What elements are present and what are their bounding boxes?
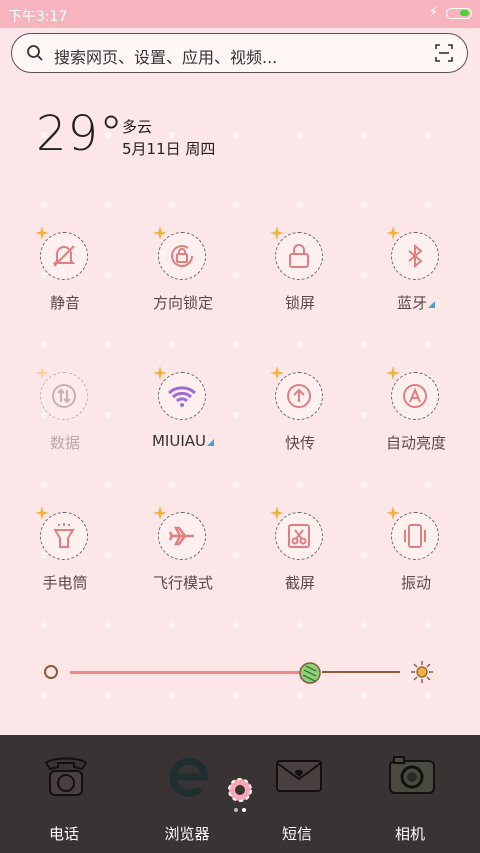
scan-icon[interactable] bbox=[435, 44, 453, 62]
brightness-track-empty bbox=[322, 671, 400, 673]
brightness-high-icon bbox=[411, 661, 433, 683]
rotation-lock-icon bbox=[171, 245, 193, 267]
flashlight-icon bbox=[53, 523, 75, 548]
status-time: 下午3:17 bbox=[8, 9, 68, 25]
charging-icon: ⚡ bbox=[428, 5, 438, 20]
page-indicator bbox=[232, 797, 248, 816]
toggle-label: 截屏 bbox=[284, 574, 315, 592]
toggle-bluetooth[interactable]: 蓝牙 bbox=[356, 226, 476, 332]
brightness-slider[interactable] bbox=[40, 660, 440, 684]
toggle-label: 自动亮度 bbox=[385, 434, 446, 452]
weather-temperature: 29° bbox=[36, 106, 125, 162]
vibrate-icon bbox=[404, 524, 426, 548]
brightness-low-icon bbox=[44, 665, 58, 679]
toggle-wifi[interactable]: MIUIAU bbox=[123, 366, 243, 472]
toggle-label: 快传 bbox=[284, 434, 315, 452]
camera-icon bbox=[389, 756, 435, 794]
browser-icon bbox=[169, 757, 209, 797]
lock-icon bbox=[289, 244, 309, 268]
wifi-icon bbox=[167, 386, 197, 407]
brightness-thumb[interactable] bbox=[299, 662, 321, 684]
toggle-rotation-lock[interactable]: 方向锁定 bbox=[123, 226, 243, 332]
toggle-vibrate[interactable]: 振动 bbox=[356, 506, 476, 612]
toggle-label: 飞行模式 bbox=[152, 574, 213, 592]
toggle-label: 静音 bbox=[49, 294, 80, 312]
mute-icon bbox=[52, 245, 76, 267]
dock-camera[interactable]: 相机 bbox=[350, 735, 470, 853]
dock-label: 短信 bbox=[281, 825, 312, 843]
more-indicator-icon bbox=[428, 301, 435, 308]
dock-label: 相机 bbox=[394, 825, 425, 843]
transfer-icon bbox=[287, 384, 311, 408]
toggle-label: 蓝牙 bbox=[356, 292, 476, 313]
toggle-flashlight[interactable]: 手电筒 bbox=[5, 506, 125, 612]
toggle-auto-brightness[interactable]: 自动亮度 bbox=[356, 366, 476, 472]
toggle-airplane-mode[interactable]: 飞行模式 bbox=[123, 506, 243, 612]
message-icon bbox=[276, 760, 322, 792]
more-indicator-icon bbox=[207, 439, 214, 446]
phone-icon bbox=[44, 757, 88, 796]
dock-messages[interactable]: 短信 bbox=[237, 735, 357, 853]
toggle-label: 方向锁定 bbox=[152, 294, 213, 312]
toggle-lock-screen[interactable]: 锁屏 bbox=[240, 226, 360, 332]
screenshot-icon bbox=[288, 524, 310, 548]
battery-icon bbox=[446, 8, 472, 19]
status-bar: 下午3:17 ⚡ bbox=[0, 0, 480, 28]
dock-phone[interactable]: 电话 bbox=[4, 735, 124, 853]
brightness-track-filled bbox=[70, 671, 310, 674]
auto-brightness-icon bbox=[403, 384, 427, 408]
weather-condition: 多云 bbox=[122, 118, 153, 136]
toggle-label: 振动 bbox=[400, 574, 431, 592]
toggle-data[interactable]: 数据 bbox=[5, 366, 125, 472]
toggle-mute[interactable]: 静音 bbox=[5, 226, 125, 332]
bluetooth-icon bbox=[408, 243, 423, 269]
toggle-label: MIUIAU bbox=[123, 432, 243, 450]
data-icon bbox=[52, 384, 76, 408]
airplane-icon bbox=[168, 526, 194, 546]
toggle-label: 数据 bbox=[49, 434, 80, 452]
toggle-label: 锁屏 bbox=[284, 294, 315, 312]
weather-date: 5月11日 周四 bbox=[122, 140, 216, 158]
toggle-label: 手电筒 bbox=[42, 574, 88, 592]
toggle-screenshot[interactable]: 截屏 bbox=[240, 506, 360, 612]
dock-label: 电话 bbox=[48, 825, 79, 843]
dock-label: 浏览器 bbox=[164, 825, 210, 843]
search-placeholder: 搜索网页、设置、应用、视频... bbox=[54, 48, 278, 67]
search-icon bbox=[27, 45, 43, 61]
search-bar[interactable]: 搜索网页、设置、应用、视频... bbox=[11, 33, 468, 73]
toggle-quick-transfer[interactable]: 快传 bbox=[240, 366, 360, 472]
